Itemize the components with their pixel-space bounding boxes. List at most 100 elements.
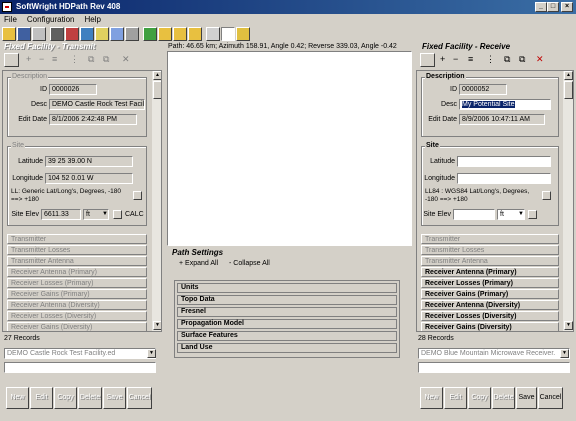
path-profile-canvas[interactable]: [167, 51, 412, 246]
chart-icon[interactable]: [143, 27, 157, 41]
expand-all-button[interactable]: + Expand All: [179, 260, 218, 267]
left-scroll-thumb[interactable]: [153, 81, 161, 99]
left-edit-button[interactable]: Edit: [30, 387, 53, 409]
map-icon[interactable]: [50, 27, 64, 41]
left-id-field[interactable]: 0000026: [49, 84, 97, 95]
swap-icon[interactable]: [80, 27, 94, 41]
right-section-receiver-losses-diversity[interactable]: Receiver Losses (Diversity): [421, 311, 559, 321]
right-save-button[interactable]: Save: [516, 387, 537, 409]
right-section-transmitter-antenna[interactable]: Transmitter Antenna: [421, 256, 559, 266]
left-section-receiver-antenna-primary[interactable]: Receiver Antenna (Primary): [7, 267, 147, 277]
right-section-transmitter-losses[interactable]: Transmitter Losses: [421, 245, 559, 255]
right-search-input[interactable]: [418, 362, 570, 373]
left-collapse-icon[interactable]: [4, 53, 19, 67]
left-section-receiver-losses-primary[interactable]: Receiver Losses (Primary): [7, 278, 147, 288]
right-section-transmitter[interactable]: Transmitter: [421, 234, 559, 244]
right-facility-combo[interactable]: DEMO Blue Mountain Microwave Receiver.: [418, 348, 570, 359]
left-copy-button[interactable]: Copy: [54, 387, 77, 409]
right-longitude-field[interactable]: [457, 173, 551, 184]
right-edit-button[interactable]: Edit: [444, 387, 467, 409]
right-edit-date-field[interactable]: 8/9/2006 10:47:11 AM: [459, 114, 545, 125]
left-section-receiver-antenna-diversity[interactable]: Receiver Antenna (Diversity): [7, 300, 147, 310]
left-remove-icon[interactable]: −: [39, 54, 44, 64]
right-collapse-icon[interactable]: [420, 53, 435, 67]
left-longitude-field[interactable]: 104 52 0.01 W: [45, 173, 133, 184]
left-facility-combo[interactable]: DEMO Castle Rock Test Facility.ed: [4, 348, 156, 359]
path-setting-units[interactable]: Units: [177, 283, 397, 293]
right-remove-icon[interactable]: −: [453, 54, 458, 64]
left-copy-icon[interactable]: ⧉: [88, 54, 94, 65]
left-combo-dropdown-icon[interactable]: ▼: [147, 349, 156, 358]
path-setting-propagation-model[interactable]: Propagation Model: [177, 319, 397, 329]
left-unit-dropdown-icon[interactable]: ▼: [102, 211, 108, 217]
right-copy-icon[interactable]: ⧉: [504, 54, 510, 65]
left-cancel-button[interactable]: Cancel: [127, 387, 152, 409]
right-id-field[interactable]: 0000052: [459, 84, 507, 95]
print-icon[interactable]: [32, 27, 46, 41]
right-new-button[interactable]: New: [420, 387, 443, 409]
pencil-icon[interactable]: [95, 27, 109, 41]
left-scroll-up-icon[interactable]: ▲: [153, 71, 161, 80]
zoom-icon[interactable]: [206, 27, 220, 41]
path-setting-topo-data[interactable]: Topo Data: [177, 295, 397, 305]
close-button[interactable]: ×: [561, 2, 573, 12]
left-latitude-field[interactable]: 39 25 39.00 N: [45, 156, 133, 167]
right-scroll-down-icon[interactable]: ▼: [564, 321, 573, 330]
left-section-receiver-gains-diversity[interactable]: Receiver Gains (Diversity): [7, 322, 147, 331]
left-calc-label[interactable]: CALC: [125, 211, 144, 218]
path-setting-land-use[interactable]: Land Use: [177, 343, 397, 353]
tower-icon[interactable]: [125, 27, 139, 41]
left-site-elev-field[interactable]: 6611.33: [41, 209, 81, 220]
right-paste-icon[interactable]: ⧉: [519, 54, 525, 65]
right-delete-button[interactable]: Delete: [492, 387, 515, 409]
menu-configuration[interactable]: Configuration: [27, 15, 75, 24]
left-search-input[interactable]: [4, 362, 156, 373]
right-section-receiver-losses-primary[interactable]: Receiver Losses (Primary): [421, 278, 559, 288]
right-scroll-up-icon[interactable]: ▲: [564, 71, 573, 80]
left-section-transmitter[interactable]: Transmitter: [7, 234, 147, 244]
right-scrollbar[interactable]: [563, 71, 573, 331]
save-icon[interactable]: [17, 27, 31, 41]
right-section-receiver-gains-primary[interactable]: Receiver Gains (Primary): [421, 289, 559, 299]
folder-2-icon[interactable]: [173, 27, 187, 41]
left-section-receiver-gains-primary[interactable]: Receiver Gains (Primary): [7, 289, 147, 299]
left-section-transmitter-antenna[interactable]: Transmitter Antenna: [7, 256, 147, 266]
maximize-button[interactable]: □: [547, 2, 559, 12]
left-delete-icon[interactable]: ✕: [122, 54, 130, 65]
left-elev-button[interactable]: [113, 210, 122, 219]
right-cancel-button[interactable]: Cancel: [538, 387, 563, 409]
right-section-receiver-antenna-diversity[interactable]: Receiver Antenna (Diversity): [421, 300, 559, 310]
folder-3-icon[interactable]: [188, 27, 202, 41]
right-delete-icon[interactable]: ✕: [536, 54, 544, 65]
document-icon[interactable]: [221, 27, 235, 41]
open-folder-icon[interactable]: [2, 27, 16, 41]
left-section-receiver-losses-diversity[interactable]: Receiver Losses (Diversity): [7, 311, 147, 321]
left-scrollbar[interactable]: [152, 71, 161, 331]
right-site-elev-field[interactable]: [453, 209, 495, 220]
collapse-all-button[interactable]: - Collapse All: [229, 260, 270, 267]
terrain-icon[interactable]: [65, 27, 79, 41]
path-setting-fresnel[interactable]: Fresnel: [177, 307, 397, 317]
help-icon[interactable]: [236, 27, 250, 41]
right-unit-dropdown-icon[interactable]: ▼: [518, 211, 524, 217]
left-save-button[interactable]: Save: [103, 387, 126, 409]
path-setting-surface-features[interactable]: Surface Features: [177, 331, 397, 341]
sync-icon[interactable]: [110, 27, 124, 41]
right-combo-dropdown-icon[interactable]: ▼: [560, 349, 569, 358]
right-list-icon[interactable]: ≡: [468, 54, 473, 64]
right-section-receiver-antenna-primary[interactable]: Receiver Antenna (Primary): [421, 267, 559, 277]
minimize-button[interactable]: _: [535, 2, 547, 12]
left-add-icon[interactable]: +: [26, 54, 31, 64]
left-delete-button[interactable]: Delete: [78, 387, 102, 409]
left-scroll-down-icon[interactable]: ▼: [153, 321, 161, 330]
left-edit-date-field[interactable]: 8/1/2006 2:42:48 PM: [49, 114, 137, 125]
right-ll-button[interactable]: [542, 191, 551, 200]
right-latitude-field[interactable]: [457, 156, 551, 167]
left-list-icon[interactable]: ≡: [52, 54, 57, 64]
right-copy-button[interactable]: Copy: [468, 387, 491, 409]
menu-help[interactable]: Help: [84, 15, 100, 24]
folder-icon[interactable]: [158, 27, 172, 41]
left-paste-icon[interactable]: ⧉: [103, 54, 109, 65]
right-add-icon[interactable]: +: [440, 54, 445, 64]
menu-file[interactable]: File: [4, 15, 17, 24]
